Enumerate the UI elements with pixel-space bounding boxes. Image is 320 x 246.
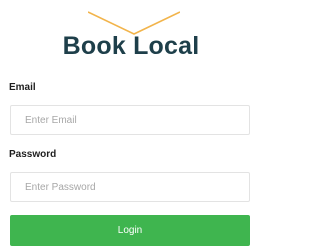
- email-label: Email: [9, 82, 36, 93]
- password-label: Password: [9, 149, 57, 160]
- brand-name: Book Local: [62, 32, 200, 60]
- email-input[interactable]: [10, 105, 250, 135]
- login-button[interactable]: Login: [10, 215, 250, 246]
- password-input[interactable]: [10, 172, 250, 202]
